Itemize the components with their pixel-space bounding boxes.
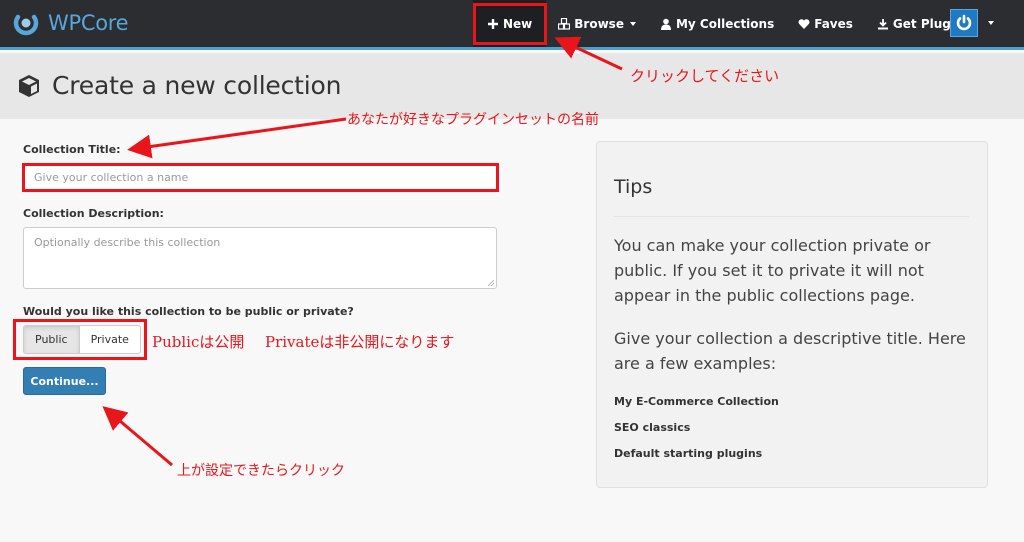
annotation-title-hint: あなたが好きなプラグインセットの名前 (347, 112, 599, 128)
tips-paragraph-title: Give your collection a descriptive title… (614, 329, 966, 373)
main-nav: New Browse My Collections Faves Get Plug… (473, 0, 976, 47)
heart-icon (798, 18, 810, 29)
annotation-click-here: クリックしてください (630, 67, 780, 85)
visibility-label: Would you like this collection to be pub… (23, 305, 354, 318)
visibility-public-button[interactable]: Public (24, 326, 80, 353)
nav-browse-label: Browse (574, 16, 624, 31)
top-navbar: WPCore New Browse My Collections Faves G… (0, 0, 1024, 50)
collection-title-input[interactable]: Give your collection a name (23, 164, 497, 191)
arrow-to-continue (102, 406, 173, 467)
tips-example: Default starting plugins (614, 447, 763, 460)
plus-icon (488, 18, 498, 29)
resize-handle-icon[interactable] (488, 280, 494, 286)
collection-description-placeholder: Optionally describe this collection (34, 236, 221, 249)
chevron-down-icon (629, 21, 636, 26)
annotation-private-hint: Privateは非公開になります (265, 333, 455, 351)
collection-title-label: Collection Title: (23, 143, 121, 156)
nav-new-label: New (503, 16, 533, 31)
collection-description-textarea[interactable]: Optionally describe this collection (23, 227, 497, 289)
user-icon (660, 18, 671, 30)
nav-browse[interactable]: Browse (546, 0, 648, 47)
brand-name: WPCore (48, 11, 129, 35)
power-icon (956, 14, 972, 31)
cube-icon (19, 74, 39, 97)
nav-my-collections[interactable]: My Collections (648, 0, 786, 47)
arrow-to-title (127, 117, 347, 159)
annotation-continue-hint: 上が設定できたらクリック (177, 463, 345, 479)
tips-divider (614, 216, 969, 217)
annotation-public-hint: Publicは公開 (152, 333, 245, 351)
tips-title: Tips (614, 176, 653, 198)
collection-title-placeholder: Give your collection a name (34, 171, 189, 184)
continue-button[interactable]: Continue... (23, 367, 106, 395)
avatar[interactable] (950, 9, 978, 37)
download-icon (877, 18, 888, 29)
user-menu[interactable] (950, 9, 994, 37)
tips-panel: Tips You can make your collection privat… (596, 141, 988, 488)
wpcore-logo-icon (13, 14, 39, 36)
collection-description-label: Collection Description: (23, 207, 164, 220)
nav-my-collections-label: My Collections (675, 16, 775, 31)
visibility-private-button[interactable]: Private (80, 326, 140, 353)
nav-faves-label: Faves (814, 16, 853, 31)
tips-example: My E-Commerce Collection (614, 395, 779, 408)
cubes-icon (558, 17, 571, 30)
nav-faves[interactable]: Faves (786, 0, 865, 47)
tips-example: SEO classics (614, 421, 691, 434)
brand-logo[interactable]: WPCore (12, 8, 129, 38)
page-title: Create a new collection (52, 71, 342, 100)
tips-paragraph-privacy: You can make your collection private or … (614, 236, 931, 305)
chevron-down-icon (988, 21, 994, 25)
visibility-toggle: Public Private (23, 325, 141, 354)
nav-new[interactable]: New (473, 0, 547, 47)
